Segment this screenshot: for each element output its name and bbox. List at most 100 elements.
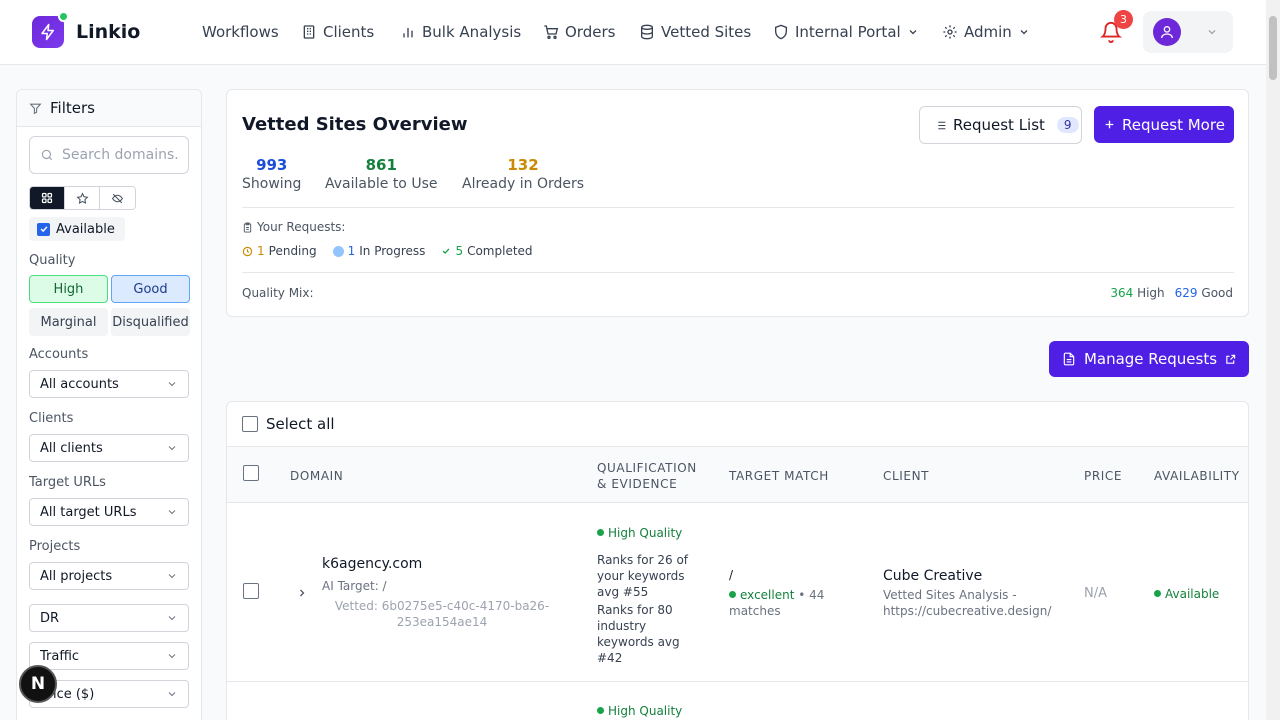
dr-select[interactable]: DR — [29, 604, 189, 632]
stat-label: Showing — [242, 176, 302, 192]
request-more-button[interactable]: Request More — [1094, 106, 1234, 143]
domain-search[interactable] — [29, 136, 189, 174]
col-qualification[interactable]: QUALIFICATION — [597, 460, 697, 476]
select-value: All target URLs — [40, 504, 137, 520]
nav-label: Internal Portal — [795, 23, 901, 41]
grid-icon — [41, 192, 53, 204]
match-count-unit: matches — [729, 604, 781, 618]
in-progress-status: 1 In Progress — [332, 244, 426, 258]
nav-internal-portal[interactable]: Internal Portal — [773, 22, 919, 42]
stat-available: 861 Available to Use — [325, 156, 437, 192]
col-price[interactable]: PRICE — [1084, 468, 1122, 484]
clients-select[interactable]: All clients — [29, 434, 189, 462]
request-list-button[interactable]: Request List 9 — [919, 106, 1082, 144]
brand-logo[interactable]: Linkio — [32, 11, 140, 48]
quality-disqualified-button[interactable]: Disqualified — [111, 308, 190, 336]
nav-label: Clients — [323, 23, 375, 41]
grid-view-button[interactable] — [30, 187, 65, 209]
filters-title: Filters — [50, 99, 95, 117]
col-availability[interactable]: AVAILABILITY — [1154, 468, 1240, 484]
bookmarked-view-button[interactable] — [65, 187, 100, 209]
check-icon — [40, 226, 47, 233]
search-input[interactable] — [62, 147, 180, 163]
high-label: High — [1137, 286, 1165, 300]
select-all-checkbox[interactable] — [242, 416, 258, 432]
search-icon — [41, 149, 53, 161]
header-checkbox[interactable] — [243, 465, 259, 481]
available-filter[interactable]: Available — [29, 217, 125, 241]
col-target-match[interactable]: TARGET MATCH — [729, 468, 829, 484]
good-count: 629 — [1174, 286, 1198, 300]
gear-icon — [943, 25, 957, 39]
chevron-right-icon[interactable] — [296, 587, 308, 599]
vetted-sites-table: Select all DOMAIN QUALIFICATION & EVIDEN… — [226, 401, 1249, 720]
clients-label: Clients — [29, 411, 74, 426]
nav-orders[interactable]: Orders — [543, 22, 615, 42]
request-status-row: 1 Pending 1 In Progress 5 Completed — [242, 244, 533, 258]
traffic-select[interactable]: Traffic — [29, 642, 189, 670]
chevron-down-icon — [1020, 30, 1028, 35]
match-dot-icon — [729, 591, 736, 598]
table-row[interactable]: k6agency.com AI Target: / Vetted: 6b0275… — [227, 503, 1248, 682]
nav-label: Workflows — [202, 23, 279, 41]
progress-dot-icon — [332, 245, 344, 257]
clock-icon — [242, 246, 253, 256]
quality-dot-icon — [597, 529, 604, 536]
select-value: All accounts — [40, 376, 119, 392]
completed-count: 5 — [455, 244, 464, 258]
vetted-id-line2: 253ea154ae14 — [396, 615, 488, 629]
high-count: 364 — [1110, 286, 1134, 300]
select-all[interactable]: Select all — [242, 415, 335, 433]
projects-select[interactable]: All projects — [29, 562, 189, 590]
chevron-down-icon — [168, 616, 176, 621]
good-label: Good — [1201, 286, 1233, 300]
nav-vetted-sites[interactable]: Vetted Sites — [639, 22, 751, 42]
domain-name[interactable]: k6agency.com — [322, 556, 422, 572]
accounts-select[interactable]: All accounts — [29, 370, 189, 398]
page-scrollbar[interactable] — [1266, 0, 1280, 720]
completed-label: Completed — [467, 244, 533, 258]
stat-value: 993 — [256, 156, 288, 174]
evidence-line: avg #55 — [597, 585, 649, 599]
building-icon — [303, 25, 315, 39]
chevron-down-icon — [168, 692, 176, 697]
table-row[interactable]: High Quality — [227, 683, 1248, 720]
accounts-label: Accounts — [29, 347, 89, 362]
col-domain[interactable]: DOMAIN — [290, 468, 343, 484]
quality-good-button[interactable]: Good — [111, 275, 190, 303]
target-urls-select[interactable]: All target URLs — [29, 498, 189, 526]
select-all-label: Select all — [266, 415, 335, 433]
quality-high-button[interactable]: High — [29, 275, 108, 303]
framework-dev-badge[interactable]: N — [19, 665, 57, 703]
scrollbar-thumb[interactable] — [1269, 16, 1277, 80]
user-icon — [1161, 26, 1173, 39]
nav-workflows[interactable]: Workflows — [202, 22, 279, 42]
overview-card: Vetted Sites Overview Request List 9 Req… — [226, 89, 1249, 317]
checkbox-checked[interactable] — [37, 222, 50, 236]
manage-requests-button[interactable]: Manage Requests — [1049, 341, 1249, 377]
evidence-line: industry — [597, 619, 647, 633]
progress-count: 1 — [347, 244, 356, 258]
chevron-down-icon — [168, 510, 176, 515]
top-navbar: Linkio Workflows Clients Bulk Analysis O… — [0, 0, 1266, 65]
col-client[interactable]: CLIENT — [883, 468, 929, 484]
progress-label: In Progress — [359, 244, 426, 258]
availability-status: Available — [1154, 586, 1219, 602]
avatar — [1153, 18, 1181, 46]
quality-marginal-button[interactable]: Marginal — [29, 308, 108, 336]
quality-badge: High Quality — [597, 525, 682, 541]
available-label: Available — [56, 221, 115, 237]
nav-bulk-analysis[interactable]: Bulk Analysis — [400, 22, 521, 42]
vetted-id-line1: Vetted: 6b0275e5-c40c-4170-ba26- — [334, 599, 550, 613]
user-menu-button[interactable] — [1143, 11, 1233, 53]
nav-clients[interactable]: Clients — [301, 22, 374, 42]
row-checkbox[interactable] — [243, 583, 259, 599]
chevron-down-icon — [168, 382, 176, 387]
client-name: Cube Creative — [883, 568, 983, 584]
target-match-line: excellent • 44 — [729, 587, 824, 603]
status-dot — [58, 11, 69, 22]
quality-mix-label: Quality Mix: — [242, 286, 314, 300]
hidden-view-button[interactable] — [100, 187, 135, 209]
quality-mix-good: 629 Good — [1175, 286, 1233, 300]
nav-admin[interactable]: Admin — [942, 22, 1030, 42]
